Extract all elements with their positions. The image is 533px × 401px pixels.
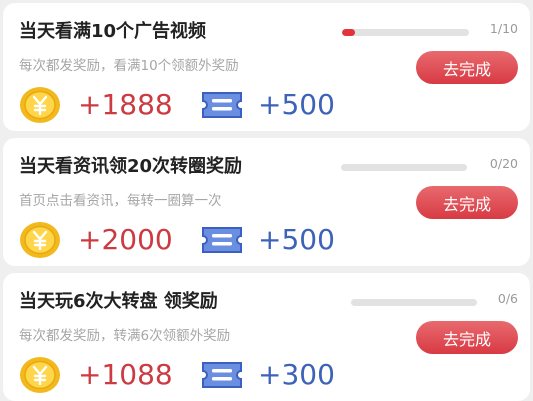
- task-progress-bar: [341, 164, 467, 171]
- task-description: 每次都发奖励，转满6次领额外奖励: [19, 328, 231, 344]
- ticket-reward: +500: [258, 88, 335, 121]
- task-progress-bar: [342, 29, 469, 36]
- coin-reward: +2000: [78, 223, 173, 256]
- blue-ticket-icon: [202, 362, 242, 388]
- task-title: 当天看满10个广告视频: [19, 21, 207, 42]
- coin-reward: +1888: [78, 88, 173, 121]
- go-complete-button[interactable]: 去完成: [416, 51, 518, 84]
- ticket-reward: +300: [258, 358, 335, 391]
- task-progress-fill: [342, 29, 355, 36]
- go-complete-button[interactable]: 去完成: [416, 186, 518, 219]
- gold-yuan-coin-icon: [20, 357, 60, 393]
- blue-ticket-icon: [202, 92, 242, 118]
- coin-reward: +1088: [78, 358, 173, 391]
- task-card-read-news: 当天看资讯领20次转圈奖励 首页点击看资讯，每转一圈算一次 0/20 去完成 +…: [3, 138, 530, 266]
- task-progress-text: 0/6: [497, 291, 518, 306]
- task-progress-text: 0/20: [489, 156, 518, 171]
- gold-yuan-coin-icon: [20, 222, 60, 258]
- ticket-reward: +500: [258, 223, 335, 256]
- gold-yuan-coin-icon: [20, 87, 60, 123]
- task-title: 当天看资讯领20次转圈奖励: [19, 156, 243, 177]
- task-card-ad-videos: 当天看满10个广告视频 每次都发奖励，看满10个领额外奖励 1/10 去完成 +…: [3, 3, 530, 131]
- task-description: 每次都发奖励，看满10个领额外奖励: [19, 58, 239, 74]
- task-progress-text: 1/10: [489, 21, 518, 36]
- go-complete-button[interactable]: 去完成: [416, 321, 518, 354]
- task-description: 首页点击看资讯，每转一圈算一次: [19, 193, 222, 209]
- task-title: 当天玩6次大转盘 领奖励: [19, 291, 218, 312]
- blue-ticket-icon: [202, 227, 242, 253]
- task-card-lucky-wheel: 当天玩6次大转盘 领奖励 每次都发奖励，转满6次领额外奖励 0/6 去完成 +1…: [3, 273, 530, 401]
- task-progress-bar: [351, 299, 477, 306]
